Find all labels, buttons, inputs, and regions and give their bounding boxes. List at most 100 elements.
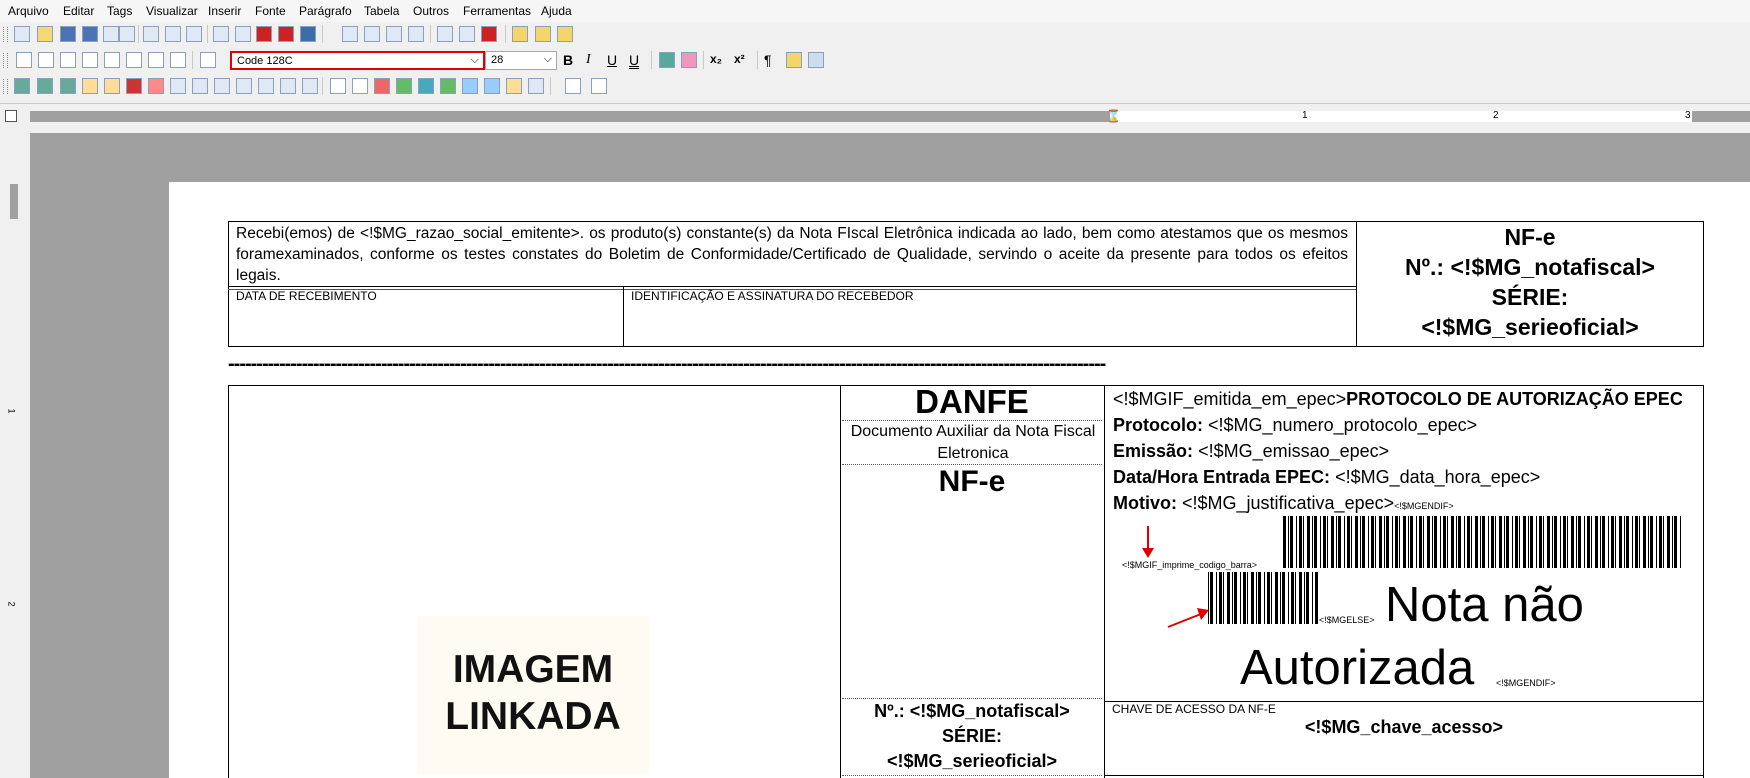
tab-stop-icon[interactable] (5, 110, 17, 122)
split-cells-icon[interactable] (192, 78, 208, 94)
replace-icon[interactable] (557, 26, 573, 42)
receipt-text[interactable]: Recebi(emos) de <!$MG_razao_social_emite… (236, 223, 1348, 286)
outdent-icon[interactable] (170, 52, 186, 68)
align-right-icon[interactable] (60, 52, 76, 68)
barcode-main[interactable] (1283, 516, 1683, 568)
toolbar-grip[interactable] (3, 27, 8, 42)
menu-outros[interactable]: Outros (413, 4, 449, 18)
font-size-select[interactable]: 28 ⌵ (485, 51, 557, 70)
grid-icon[interactable] (258, 78, 274, 94)
menu-tags[interactable]: Tags (107, 4, 132, 18)
epec-block[interactable]: <!$MGIF_emitida_em_epec>PROTOCOLO DE AUT… (1113, 386, 1683, 519)
toolbar-grip-2[interactable] (3, 53, 8, 68)
frame-icon[interactable] (440, 78, 456, 94)
pilcrow-button[interactable]: ¶ (764, 52, 772, 68)
properties-icon[interactable] (459, 26, 475, 42)
select-icon[interactable] (437, 26, 453, 42)
find-next-icon[interactable] (535, 26, 551, 42)
page-break-icon[interactable] (330, 78, 346, 94)
borders-icon[interactable] (236, 78, 252, 94)
justify-icon[interactable] (82, 52, 98, 68)
cut-icon[interactable] (103, 26, 119, 42)
table-insert-icon[interactable] (37, 78, 53, 94)
insert-row-icon[interactable] (82, 78, 98, 94)
textbox-icon[interactable] (484, 78, 500, 94)
indent-icon[interactable] (148, 52, 164, 68)
page-setup-icon[interactable] (386, 26, 402, 42)
date-icon[interactable] (374, 78, 390, 94)
menu-paragrafo[interactable]: Parágrafo (299, 4, 352, 18)
pdf-export-icon[interactable] (278, 26, 294, 42)
menu-arquivo[interactable]: Arquivo (8, 4, 49, 18)
distribute-icon[interactable] (280, 78, 296, 94)
autofit-icon[interactable] (302, 78, 318, 94)
menu-editar[interactable]: Editar (63, 4, 94, 18)
pdf-icon[interactable] (256, 26, 272, 42)
menu-ajuda[interactable]: Ajuda (541, 4, 572, 18)
barcode-bar (1379, 516, 1382, 568)
ruler-mark-1: 1 (1302, 110, 1308, 121)
font-icon[interactable] (200, 52, 216, 68)
preview-icon[interactable] (408, 26, 424, 42)
paste-icon[interactable] (119, 26, 135, 42)
print-icon[interactable] (342, 26, 358, 42)
redo-icon[interactable] (235, 26, 251, 42)
find-icon[interactable] (512, 26, 528, 42)
font-name-select[interactable]: Code 128C ⌵ (230, 51, 485, 70)
menu-visualizar[interactable]: Visualizar (146, 4, 198, 18)
delete-row-icon[interactable] (126, 78, 142, 94)
undo-icon[interactable] (213, 26, 229, 42)
open-folder-icon[interactable] (37, 26, 53, 42)
merge-cells-icon[interactable] (170, 78, 186, 94)
bullet-list-icon[interactable] (104, 52, 120, 68)
autocorrect-icon[interactable] (591, 78, 607, 94)
spellcheck-icon[interactable] (565, 78, 581, 94)
field-icon[interactable] (506, 78, 522, 94)
chevron-down-icon[interactable]: ⌵ (544, 53, 552, 66)
double-underline-button[interactable]: U (629, 52, 639, 68)
calculator-icon[interactable] (481, 26, 497, 42)
hyperlink-icon[interactable] (528, 78, 544, 94)
html-icon[interactable] (300, 26, 316, 42)
toolbar-grip-3[interactable] (3, 79, 8, 94)
shape-icon[interactable] (462, 78, 478, 94)
chevron-down-icon[interactable]: ⌵ (471, 54, 479, 67)
cell-props-icon[interactable] (214, 78, 230, 94)
delete-col-icon[interactable] (148, 78, 164, 94)
table-props-icon[interactable] (60, 78, 76, 94)
linked-image[interactable]: IMAGEM LINKADA (417, 616, 649, 774)
scissors-icon[interactable] (186, 26, 202, 42)
menu-ferramentas[interactable]: Ferramentas (463, 4, 531, 18)
subscript-button[interactable]: x₂ (710, 52, 722, 66)
menu-inserir[interactable]: Inserir (208, 4, 241, 18)
numbered-list-icon[interactable] (126, 52, 142, 68)
indent-marker-icon[interactable]: ⌛ (1106, 109, 1121, 123)
clear-icon[interactable] (165, 26, 181, 42)
superscript-button[interactable]: x² (734, 52, 745, 66)
insert-col-icon[interactable] (104, 78, 120, 94)
paragraph-format-icon[interactable] (808, 52, 824, 68)
font-color-icon[interactable] (659, 52, 675, 68)
bold-button[interactable]: B (563, 52, 573, 68)
table-icon[interactable] (14, 78, 30, 94)
highlight-icon[interactable] (681, 52, 697, 68)
print-preview-icon[interactable] (364, 26, 380, 42)
save-icon[interactable] (60, 26, 76, 42)
barcode-small[interactable] (1208, 572, 1318, 624)
object-icon[interactable] (418, 78, 434, 94)
align-center-icon[interactable] (38, 52, 54, 68)
horizontal-ruler[interactable]: ⌛ 1 2 3 (0, 109, 1750, 124)
brush-icon[interactable] (786, 52, 802, 68)
align-left-icon[interactable] (16, 52, 32, 68)
menu-tabela[interactable]: Tabela (364, 4, 399, 18)
underline-button[interactable]: U (607, 52, 617, 68)
image-icon[interactable] (396, 78, 412, 94)
save-all-icon[interactable] (82, 26, 98, 42)
copy-icon[interactable] (143, 26, 159, 42)
new-file-icon[interactable] (14, 26, 30, 42)
italic-button[interactable]: I (586, 52, 591, 68)
menu-fonte[interactable]: Fonte (255, 4, 286, 18)
vertical-ruler[interactable]: 1 2 (0, 124, 25, 778)
table-toolbar (0, 74, 1750, 99)
section-icon[interactable] (352, 78, 368, 94)
